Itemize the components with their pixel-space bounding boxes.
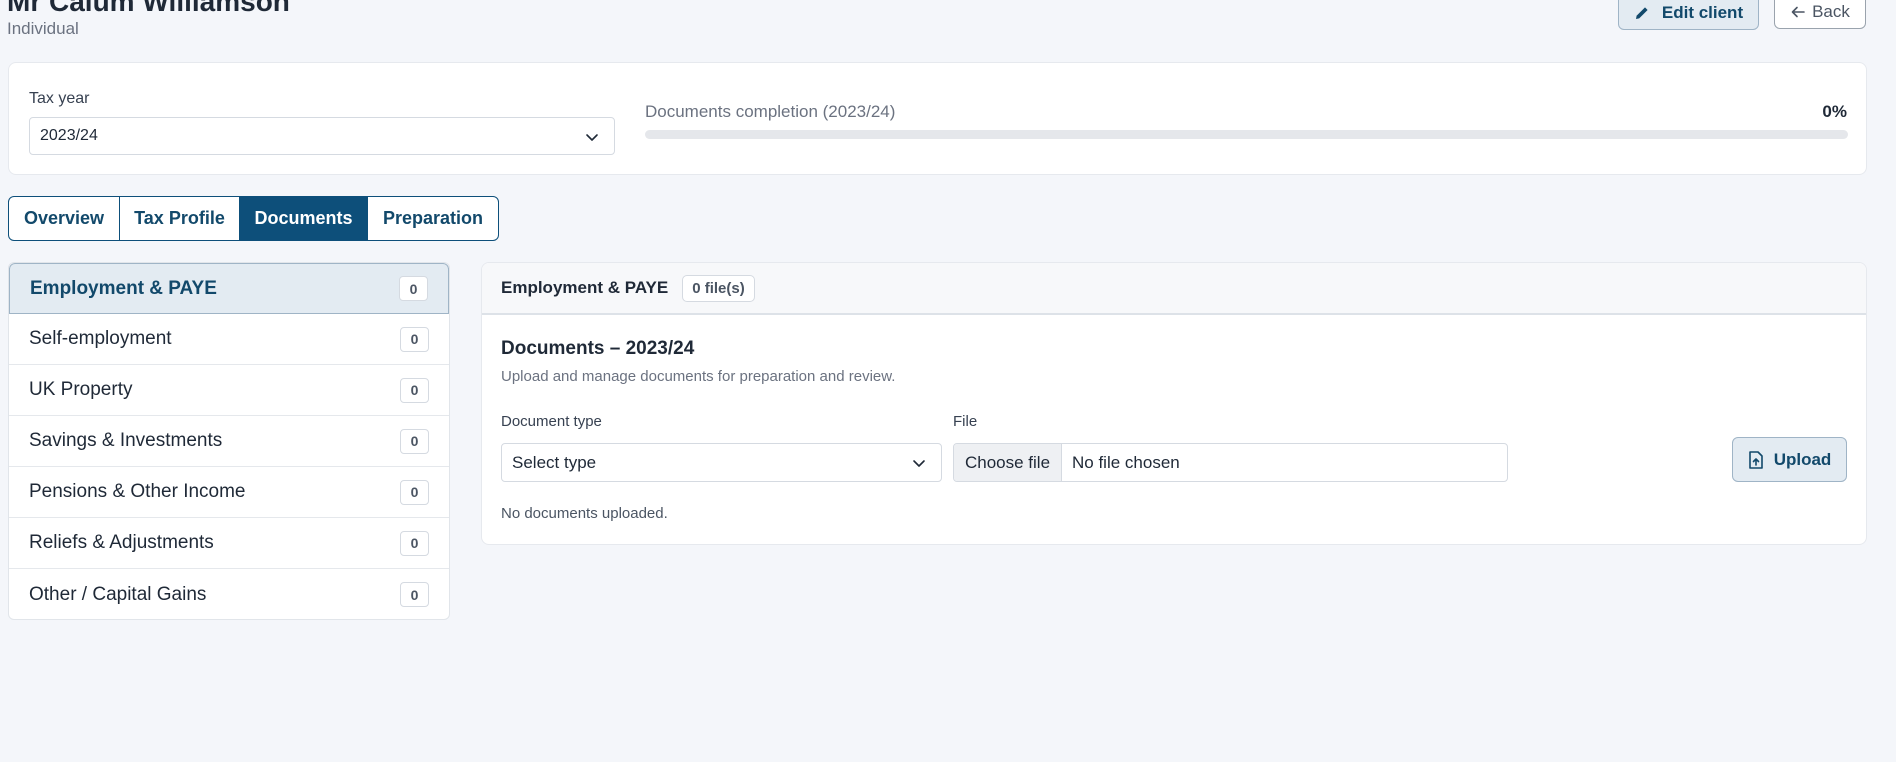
tax-year-value: 2023/24 xyxy=(40,127,98,144)
tab-overview[interactable]: Overview xyxy=(9,197,120,240)
category-uk-property[interactable]: UK Property 0 xyxy=(9,365,449,416)
category-self-employment[interactable]: Self-employment 0 xyxy=(9,314,449,365)
category-count-badge: 0 xyxy=(400,582,429,607)
category-count-badge: 0 xyxy=(400,326,429,352)
documents-panel-header: Employment & PAYE 0 file(s) xyxy=(482,263,1866,315)
upload-button[interactable]: Upload xyxy=(1732,437,1847,482)
arrow-left-icon xyxy=(1791,6,1805,17)
choose-file-button[interactable]: Choose file xyxy=(954,444,1062,481)
panel-title: Employment & PAYE xyxy=(501,278,669,297)
documents-panel: Employment & PAYE 0 file(s) Documents – … xyxy=(481,262,1867,545)
tax-year-label: Tax year xyxy=(29,90,90,107)
documents-subtitle: Upload and manage documents for preparat… xyxy=(501,368,896,385)
category-label: Reliefs & Adjustments xyxy=(29,532,214,553)
file-chosen-text: No file chosen xyxy=(1072,452,1180,472)
empty-documents-message: No documents uploaded. xyxy=(501,505,668,522)
category-count-badge: 0 xyxy=(400,428,429,454)
client-type: Individual xyxy=(7,19,79,38)
page-header: Mr Calum Williamson Individual Edit clie… xyxy=(0,0,1896,50)
category-count-badge: 0 xyxy=(399,276,428,301)
file-upload-icon xyxy=(1748,450,1763,469)
file-label: File xyxy=(953,413,978,430)
document-category-list: Employment & PAYE 0 Self-employment 0 UK… xyxy=(8,262,450,620)
category-label: UK Property xyxy=(29,379,133,400)
category-savings-investments[interactable]: Savings & Investments 0 xyxy=(9,416,449,467)
completion-label: Documents completion (2023/24) xyxy=(645,102,896,121)
upload-label: Upload xyxy=(1773,449,1832,469)
edit-client-button[interactable]: Edit client xyxy=(1618,0,1759,30)
file-count-badge: 0 file(s) xyxy=(682,274,755,302)
category-label: Self-employment xyxy=(29,328,172,349)
completion-value: 0% xyxy=(1822,102,1847,121)
pencil-icon xyxy=(1635,7,1648,20)
category-label: Other / Capital Gains xyxy=(29,583,207,605)
category-count-badge: 0 xyxy=(400,479,429,505)
tax-year-select[interactable]: 2023/24 xyxy=(29,117,615,155)
document-type-value: Select type xyxy=(512,452,597,472)
document-type-select[interactable]: Select type xyxy=(501,443,942,482)
category-label: Pensions & Other Income xyxy=(29,481,246,502)
client-name: Mr Calum Williamson xyxy=(7,0,290,17)
category-employment-paye[interactable]: Employment & PAYE 0 xyxy=(9,263,449,314)
back-label: Back xyxy=(1812,1,1850,21)
tab-preparation[interactable]: Preparation xyxy=(368,197,498,240)
tab-tax-profile[interactable]: Tax Profile xyxy=(120,197,240,240)
category-other-capital-gains[interactable]: Other / Capital Gains 0 xyxy=(9,569,449,619)
edit-client-label: Edit client xyxy=(1661,3,1744,22)
completion-progress-bar xyxy=(645,130,1848,139)
back-button[interactable]: Back xyxy=(1774,0,1866,29)
category-label: Employment & PAYE xyxy=(30,277,217,299)
tab-documents[interactable]: Documents xyxy=(240,197,368,240)
file-input[interactable]: Choose file No file chosen xyxy=(953,443,1508,482)
documents-heading: Documents – 2023/24 xyxy=(501,338,695,359)
category-reliefs-adjustments[interactable]: Reliefs & Adjustments 0 xyxy=(9,518,449,569)
category-count-badge: 0 xyxy=(400,530,429,556)
chevron-down-icon xyxy=(586,134,598,141)
tax-year-summary-card: Tax year 2023/24 Documents completion (2… xyxy=(8,62,1867,175)
category-label: Savings & Investments xyxy=(29,430,223,451)
client-tabs: Overview Tax Profile Documents Preparati… xyxy=(8,196,499,241)
chevron-down-icon xyxy=(913,460,925,467)
document-type-label: Document type xyxy=(501,413,602,430)
category-count-badge: 0 xyxy=(400,377,429,403)
category-pensions-other-income[interactable]: Pensions & Other Income 0 xyxy=(9,467,449,518)
